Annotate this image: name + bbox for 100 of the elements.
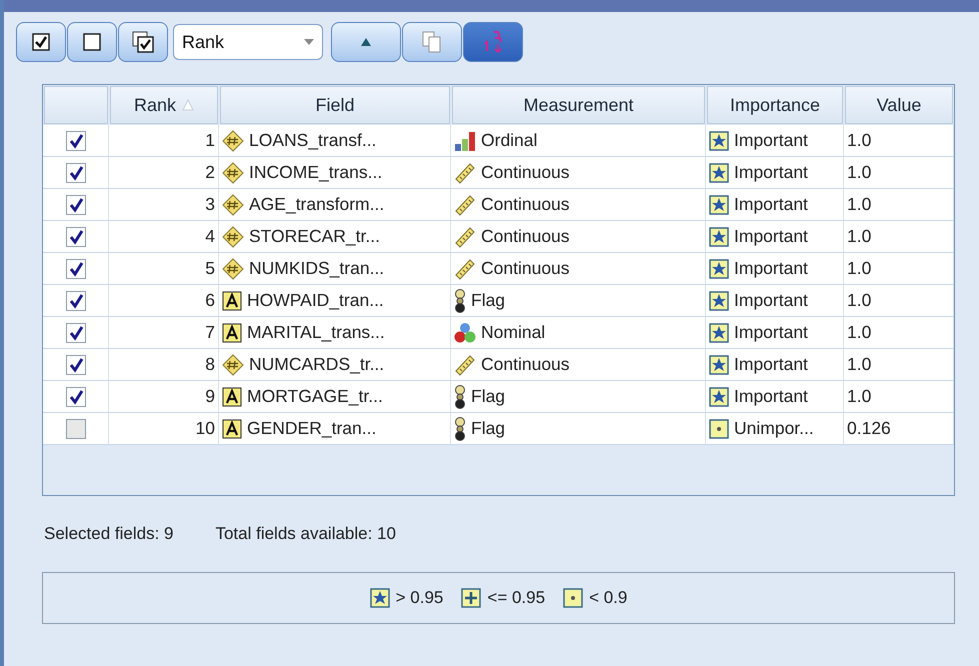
ruler-icon [454, 258, 476, 280]
column-header[interactable]: Importance [707, 86, 843, 124]
rank-text: 2 [205, 162, 215, 183]
copy-icon [422, 31, 442, 53]
rank-text: 7 [205, 322, 215, 343]
legend-label: < 0.9 [589, 588, 628, 608]
rank-text: 9 [205, 386, 215, 407]
ruler-icon [454, 194, 476, 216]
importance-text: Important [734, 194, 808, 215]
value-text: 1.0 [847, 162, 872, 183]
measurement-text: Continuous [481, 354, 570, 375]
value-text: 1.0 [847, 194, 872, 215]
number-diamond-icon [222, 258, 244, 280]
circles-icon [454, 322, 476, 344]
number-diamond-icon [222, 162, 244, 184]
field-name: GENDER_tran... [247, 418, 376, 439]
measurement-text: Nominal [481, 322, 546, 343]
field-name: STORECAR_tr... [249, 226, 380, 247]
importance-text: Important [734, 386, 808, 407]
row-checkbox[interactable] [66, 226, 86, 246]
flag-type-icon [454, 384, 466, 408]
column-header[interactable]: Field [220, 86, 450, 124]
flag-type-icon [454, 416, 466, 440]
row-checkbox[interactable] [66, 418, 86, 438]
number-diamond-icon [222, 194, 244, 216]
importance-text: Important [734, 354, 808, 375]
flag-type-icon [454, 288, 466, 312]
toolbar-button[interactable] [118, 22, 168, 62]
toolbar-button[interactable] [67, 22, 117, 62]
row-checkbox[interactable] [66, 290, 86, 310]
measurement-text: Continuous [481, 226, 570, 247]
importance-text: Important [734, 226, 808, 247]
checkbox-stack-icon [132, 31, 154, 53]
number-diamond-icon [222, 130, 244, 152]
total-count: Total fields available: 10 [215, 524, 396, 544]
field-name: HOWPAID_tran... [247, 290, 384, 311]
legend-label: > 0.95 [396, 588, 444, 608]
value-text: 1.0 [847, 130, 872, 151]
row-checkbox[interactable] [66, 322, 86, 342]
column-header[interactable]: Measurement [452, 86, 705, 124]
value-text: 1.0 [847, 226, 872, 247]
field-name: MORTGAGE_tr... [247, 386, 383, 407]
string-type-icon [222, 322, 242, 342]
number-diamond-icon [222, 226, 244, 248]
string-type-icon [222, 418, 242, 438]
sort-arrow-icon [182, 99, 194, 111]
toolbar-button[interactable] [16, 22, 66, 62]
string-type-icon [222, 386, 242, 406]
row-checkbox[interactable] [66, 258, 86, 278]
rank-text: 4 [205, 226, 215, 247]
measurement-text: Flag [471, 386, 506, 407]
importance-text: Important [734, 162, 808, 183]
field-name: NUMCARDS_tr... [249, 354, 384, 375]
field-name: MARITAL_trans... [247, 322, 385, 343]
legend-label: <= 0.95 [487, 588, 546, 608]
field-name: INCOME_trans... [249, 162, 382, 183]
measurement-text: Flag [471, 290, 506, 311]
checkbox-icon [83, 33, 101, 51]
value-text: 1.0 [847, 386, 872, 407]
column-header[interactable]: Value [845, 86, 953, 124]
rank-text: 8 [205, 354, 215, 375]
string-type-icon [222, 290, 242, 310]
field-name: LOANS_transf... [249, 130, 376, 151]
importance-text: Important [734, 130, 808, 151]
rank-text: 3 [205, 194, 215, 215]
bar-chart-icon [454, 130, 476, 152]
row-checkbox[interactable] [66, 162, 86, 182]
measurement-text: Ordinal [481, 130, 538, 151]
column-header[interactable]: Rank [110, 86, 218, 124]
ruler-icon [454, 354, 476, 376]
measurement-text: Continuous [481, 194, 570, 215]
selected-count: Selected fields: 9 [44, 524, 174, 544]
rank-text: 1 [205, 130, 215, 151]
checkbox-icon [32, 33, 50, 51]
row-checkbox[interactable] [66, 130, 86, 150]
value-text: 1.0 [847, 322, 872, 343]
importance-text: Unimpor... [734, 418, 814, 439]
value-text: 1.0 [847, 290, 872, 311]
row-checkbox[interactable] [66, 386, 86, 406]
ruler-icon [454, 226, 476, 248]
measurement-text: Continuous [481, 258, 570, 279]
row-checkbox[interactable] [66, 194, 86, 214]
measurement-text: Flag [471, 418, 506, 439]
importance-text: Important [734, 322, 808, 343]
rank-text: 5 [205, 258, 215, 279]
rank-text: 6 [205, 290, 215, 311]
importance-text: Important [734, 258, 808, 279]
field-name: NUMKIDS_tran... [249, 258, 384, 279]
value-text: 0.126 [847, 418, 891, 439]
sort-dropdown[interactable]: Rank [173, 24, 323, 60]
number-diamond-icon [222, 354, 244, 376]
dropdown-arrow-icon [304, 39, 314, 45]
importance-text: Important [734, 290, 808, 311]
sort-icon [482, 30, 504, 54]
triangle-up-icon [361, 38, 371, 46]
value-text: 1.0 [847, 258, 872, 279]
value-text: 1.0 [847, 354, 872, 375]
row-checkbox[interactable] [66, 354, 86, 374]
field-name: AGE_transform... [249, 194, 384, 215]
plus-icon [461, 588, 482, 608]
